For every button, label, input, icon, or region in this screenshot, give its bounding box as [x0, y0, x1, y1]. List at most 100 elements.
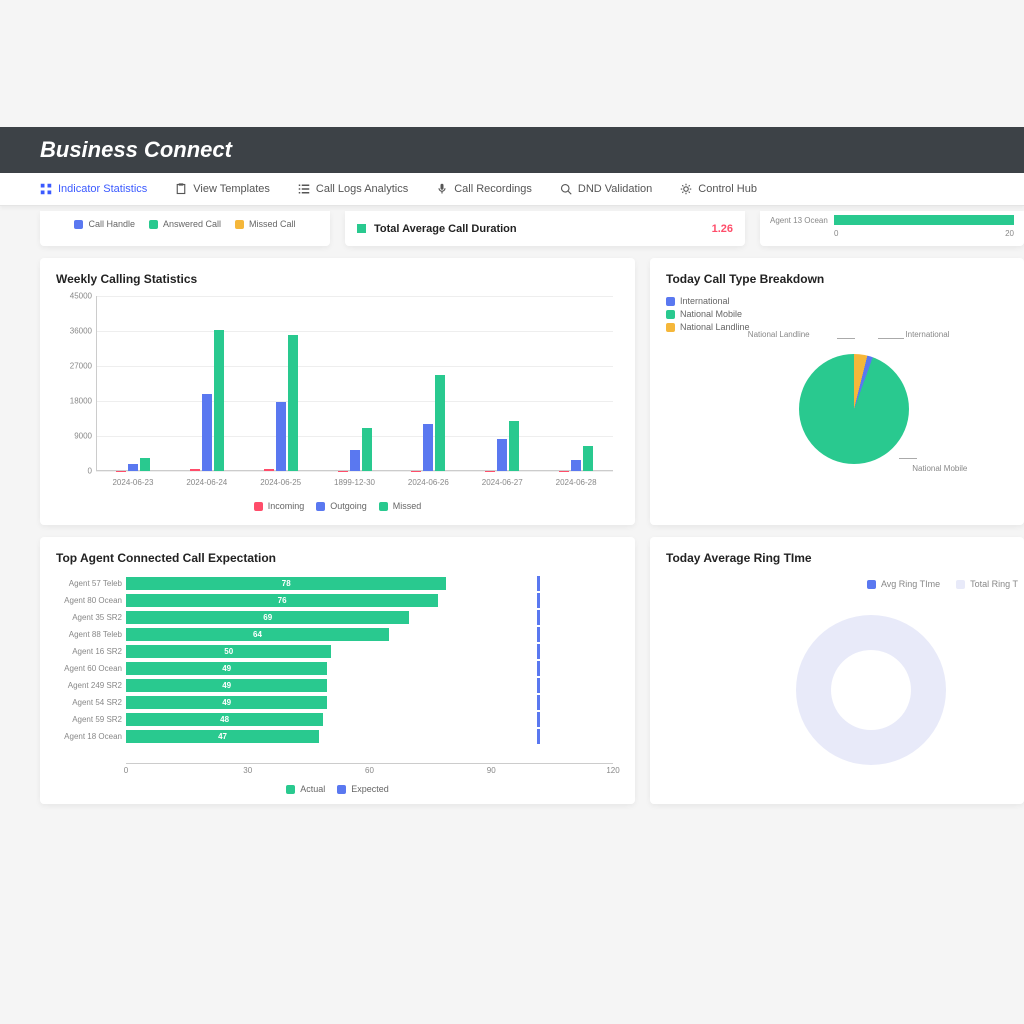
- avg-duration-card: Total Average Call Duration 1.26: [345, 211, 745, 246]
- actual-bar: 48: [126, 713, 323, 726]
- avg-duration-label: Total Average Call Duration: [374, 223, 712, 235]
- x-tick: 120: [606, 766, 619, 775]
- agent-label: Agent 80 Ocean: [56, 596, 122, 605]
- bar-incoming: [190, 469, 200, 471]
- nav-dnd-validation[interactable]: DND Validation: [560, 183, 652, 195]
- legend-item: National Landline: [666, 322, 1008, 332]
- clipboard-icon: [175, 183, 187, 195]
- x-tick: 0: [124, 766, 128, 775]
- x-tick: 30: [243, 766, 252, 775]
- expected-marker: [537, 576, 540, 591]
- expected-marker: [537, 712, 540, 727]
- weekly-stats-card: Weekly Calling Statistics 09000180002700…: [40, 258, 635, 525]
- actual-bar: 78: [126, 577, 446, 590]
- x-label: 1899-12-30: [318, 478, 392, 487]
- legend-item: National Mobile: [666, 309, 1008, 319]
- ring-title: Today Average Ring TIme: [666, 551, 1008, 565]
- bar-missed: [509, 421, 519, 471]
- actual-bar: 76: [126, 594, 438, 607]
- legend-item: Missed: [379, 501, 422, 511]
- expected-marker: [537, 644, 540, 659]
- legend-item: Total Ring T: [956, 579, 1018, 589]
- bar-outgoing: [497, 439, 507, 471]
- y-tick: 9000: [56, 432, 92, 441]
- agent-label: Agent 16 SR2: [56, 647, 122, 656]
- agent-label: Agent 59 SR2: [56, 715, 122, 724]
- mini-agent-bar: [834, 215, 1014, 225]
- calltype-title: Today Call Type Breakdown: [666, 272, 1008, 286]
- mini-tick: 0: [834, 229, 924, 238]
- expected-marker: [537, 593, 540, 608]
- expected-marker: [537, 695, 540, 710]
- x-label: 2024-06-24: [170, 478, 244, 487]
- x-tick: 60: [365, 766, 374, 775]
- legend-item: Missed Call: [235, 219, 296, 229]
- actual-bar: 49: [126, 662, 327, 675]
- gear-icon: [680, 183, 692, 195]
- actual-bar: 64: [126, 628, 389, 641]
- avg-swatch: [357, 224, 366, 233]
- agent-label: Agent 60 Ocean: [56, 664, 122, 673]
- y-tick: 18000: [56, 397, 92, 406]
- mini-tick: 20: [924, 229, 1014, 238]
- calltype-pie: [799, 354, 909, 464]
- bar-missed: [583, 446, 593, 471]
- actual-bar: 47: [126, 730, 319, 743]
- agent-title: Top Agent Connected Call Expectation: [56, 551, 619, 565]
- call-type-card: Today Call Type Breakdown InternationalN…: [650, 258, 1024, 525]
- nav-call-recordings[interactable]: Call Recordings: [436, 183, 532, 195]
- legend-item: Incoming: [254, 501, 305, 511]
- pie-callout-landline: National Landline: [748, 330, 810, 339]
- expected-marker: [537, 610, 540, 625]
- nav-call-logs-analytics[interactable]: Call Logs Analytics: [298, 183, 408, 195]
- ring-time-card: Today Average Ring TIme Avg Ring TIme Tot…: [650, 537, 1024, 804]
- list-icon: [298, 183, 310, 195]
- actual-bar: 50: [126, 645, 331, 658]
- avg-duration-value: 1.26: [712, 223, 733, 235]
- nav-indicator-statistics[interactable]: Indicator Statistics: [40, 183, 147, 195]
- agent-label: Agent 249 SR2: [56, 681, 122, 690]
- legend-item: Expected: [337, 784, 389, 794]
- legend-item: Avg Ring TIme: [867, 579, 940, 589]
- bar-missed: [288, 335, 298, 471]
- actual-bar: 49: [126, 696, 327, 709]
- x-label: 2024-06-26: [391, 478, 465, 487]
- pie-callout-international: International: [905, 330, 949, 339]
- weekly-title: Weekly Calling Statistics: [56, 272, 619, 286]
- actual-bar: 69: [126, 611, 409, 624]
- x-tick: 90: [487, 766, 496, 775]
- expected-marker: [537, 729, 540, 744]
- legend-item: Call Handle: [74, 219, 135, 229]
- bar-outgoing: [423, 424, 433, 471]
- y-tick: 45000: [56, 292, 92, 301]
- bar-missed: [140, 458, 150, 471]
- grid-icon: [40, 183, 52, 195]
- nav-view-templates[interactable]: View Templates: [175, 183, 270, 195]
- search-icon: [560, 183, 572, 195]
- y-tick: 0: [56, 467, 92, 476]
- legend-item: Outgoing: [316, 501, 367, 511]
- x-label: 2024-06-28: [539, 478, 613, 487]
- actual-bar: 49: [126, 679, 327, 692]
- expected-marker: [537, 678, 540, 693]
- y-tick: 36000: [56, 327, 92, 336]
- x-label: 2024-06-27: [465, 478, 539, 487]
- nav-control-hub[interactable]: Control Hub: [680, 183, 757, 195]
- agent-label: Agent 54 SR2: [56, 698, 122, 707]
- bar-missed: [362, 428, 372, 471]
- agent-label: Agent 18 Ocean: [56, 732, 122, 741]
- legend-item: Answered Call: [149, 219, 221, 229]
- app-title: Business Connect: [40, 137, 232, 162]
- mini-agent-card: Agent 13 Ocean 0 20: [760, 211, 1024, 246]
- app-header: Business Connect: [0, 127, 1024, 173]
- bar-outgoing: [276, 402, 286, 471]
- main-nav: Indicator Statistics View Templates Call L…: [0, 173, 1024, 206]
- x-label: 2024-06-25: [244, 478, 318, 487]
- legend-item: International: [666, 296, 1008, 306]
- bar-missed: [214, 330, 224, 471]
- bar-outgoing: [571, 460, 581, 471]
- mini-agent-label: Agent 13 Ocean: [770, 216, 828, 225]
- bar-outgoing: [128, 464, 138, 471]
- agent-label: Agent 35 SR2: [56, 613, 122, 622]
- legend-item: Actual: [286, 784, 325, 794]
